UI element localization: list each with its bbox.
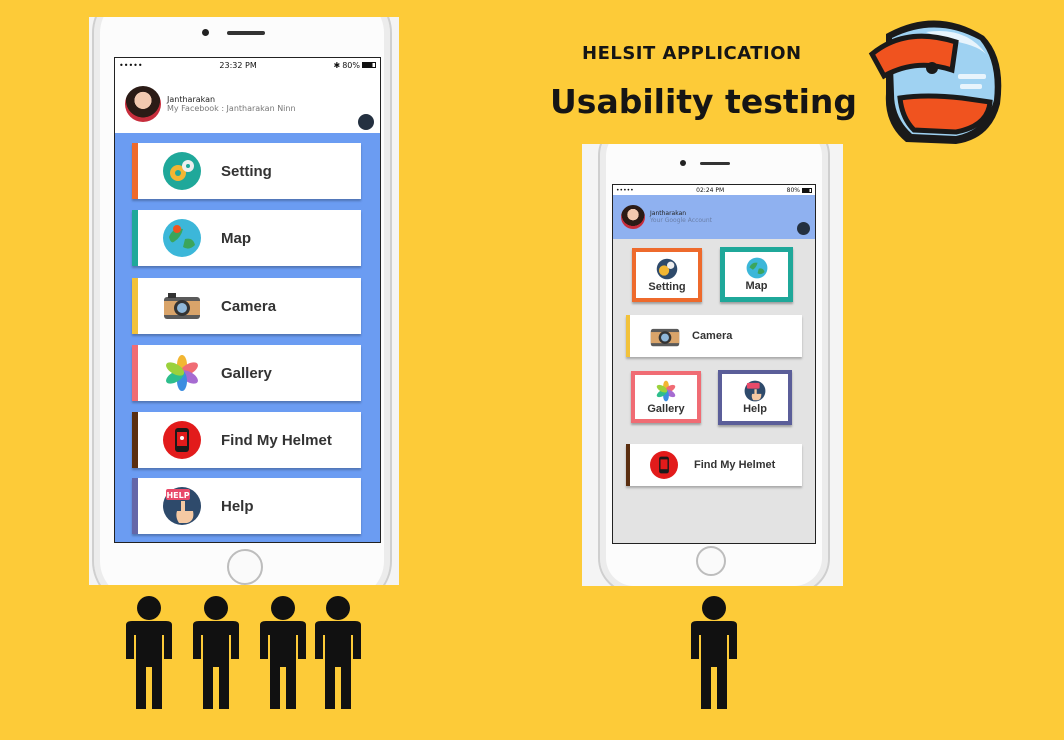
tester-icon — [126, 596, 172, 709]
row-find-my-helmet[interactable]: Find My Helmet — [626, 444, 802, 486]
menu-item-label: Setting — [221, 162, 272, 180]
helmet-status-icon[interactable] — [358, 114, 374, 130]
profile-account: Your Google Account — [650, 217, 713, 224]
camera-icon — [650, 328, 680, 347]
tester-icon — [315, 596, 361, 709]
battery-icon — [362, 62, 376, 68]
tile-label: Setting — [648, 280, 686, 293]
help-hand-icon — [744, 380, 766, 402]
accent-bar — [132, 143, 138, 199]
accent-bar — [132, 278, 138, 334]
phone-mockup-b: ••••• 02:24 PM 80% Jantharakan Your Goog… — [582, 144, 843, 586]
menu-item-label: Map — [221, 229, 251, 247]
accent-bar — [626, 444, 630, 486]
helmet-logo-icon — [868, 20, 1002, 144]
home-button[interactable] — [696, 546, 726, 576]
tester-icon — [260, 596, 306, 709]
tile-gallery[interactable]: Gallery — [631, 371, 701, 423]
menu-item-label: Camera — [221, 297, 277, 315]
home-button[interactable] — [227, 549, 263, 585]
menu-item-setting[interactable]: Setting — [132, 143, 361, 199]
avatar[interactable] — [125, 86, 161, 122]
accent-bar — [132, 412, 138, 468]
page-subtitle: Usability testing — [550, 82, 858, 121]
row-camera[interactable]: Camera — [626, 315, 802, 357]
tile-label: Gallery — [647, 402, 685, 415]
screen-a: ••••• 23:32 PM ✱ 80% Jantharakan My Face… — [114, 57, 381, 543]
menu-item-camera[interactable]: Camera — [132, 278, 361, 334]
tester-icon — [691, 596, 737, 709]
menu-item-help[interactable]: HELP Help — [132, 478, 361, 534]
battery-percent: 80% — [786, 186, 800, 194]
battery-icon — [801, 187, 812, 193]
gears-icon — [656, 258, 678, 279]
tile-map[interactable]: Map — [720, 247, 793, 302]
globe-icon — [163, 219, 201, 257]
signal-indicator: ••••• — [616, 186, 634, 194]
photos-flower-icon — [656, 380, 676, 401]
menu-item-label: Help — [221, 497, 254, 515]
tile-label: Help — [743, 403, 767, 415]
accent-bar — [132, 478, 138, 534]
accent-bar — [626, 315, 630, 357]
menu-item-map[interactable]: Map — [132, 210, 361, 266]
tester-icon — [193, 596, 239, 709]
tile-setting[interactable]: Setting — [632, 248, 702, 302]
battery-percent: 80% — [342, 60, 360, 70]
tile-label: Map — [745, 280, 768, 292]
app-title: HELSIT APPLICATION — [582, 43, 802, 64]
status-time: 23:32 PM — [219, 60, 257, 70]
bluetooth-icon: ✱ — [333, 60, 341, 70]
avatar[interactable] — [621, 205, 645, 229]
menu-item-label: Gallery — [221, 364, 272, 382]
helmet-locator-icon — [650, 451, 678, 479]
row-label: Camera — [692, 330, 733, 342]
accent-bar — [132, 210, 138, 266]
camera-icon — [163, 287, 201, 325]
menu-item-find-my-helmet[interactable]: Find My Helmet — [132, 412, 361, 468]
menu-item-gallery[interactable]: Gallery — [132, 345, 361, 401]
accent-bar — [132, 345, 138, 401]
photos-flower-icon — [163, 354, 201, 392]
row-label: Find My Helmet — [694, 459, 776, 471]
earpiece — [700, 162, 730, 165]
help-hand-icon: HELP — [163, 487, 201, 525]
svg-text:HELP: HELP — [166, 491, 189, 500]
tile-help[interactable]: Help — [718, 370, 792, 425]
menu-item-label: Find My Helmet — [221, 431, 332, 449]
globe-icon — [746, 257, 767, 279]
profile-account: My Facebook : Jantharakan Ninn — [167, 104, 296, 113]
profile-header[interactable]: Jantharakan Your Google Account — [613, 195, 815, 239]
gears-icon — [163, 152, 201, 190]
front-camera — [202, 29, 209, 36]
screen-b: ••••• 02:24 PM 80% Jantharakan Your Goog… — [612, 184, 816, 544]
status-time: 02:24 PM — [696, 186, 725, 194]
profile-name: Jantharakan — [167, 95, 216, 104]
profile-name: Jantharakan — [650, 210, 687, 217]
helmet-locator-icon — [163, 421, 201, 459]
signal-indicator: ••••• — [119, 60, 143, 70]
phone-mockup-a: ••••• 23:32 PM ✱ 80% Jantharakan My Face… — [89, 17, 399, 585]
front-camera — [680, 160, 686, 166]
helmet-status-icon[interactable] — [797, 222, 810, 235]
profile-header[interactable]: Jantharakan My Facebook : Jantharakan Ni… — [115, 76, 380, 132]
earpiece — [227, 31, 265, 35]
